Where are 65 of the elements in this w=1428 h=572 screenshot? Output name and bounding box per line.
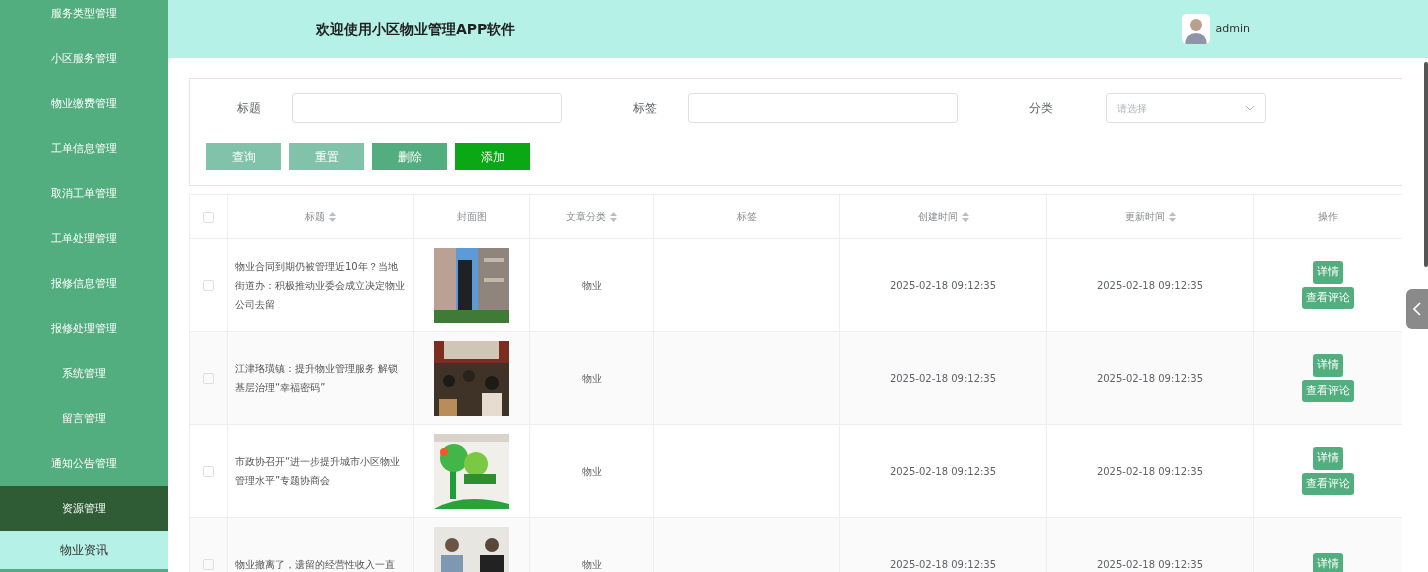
column-header[interactable]: 标签 [736, 211, 757, 222]
column-header[interactable]: 封面图 [456, 211, 487, 222]
row-action-button[interactable]: 详情 [1313, 552, 1343, 572]
row-action-button[interactable]: 查看评论 [1302, 379, 1354, 402]
chevron-left-icon [1413, 302, 1421, 316]
sort-icon[interactable] [1168, 212, 1176, 222]
table-cell: 物业合同到期仍被管理近10年？当地街道办：积极推动业委会成立决定物业公司去留 [227, 238, 414, 332]
field-label: 标签 [632, 100, 658, 117]
row-action-button[interactable]: 详情 [1313, 447, 1343, 470]
column-header[interactable]: 标题 [305, 211, 325, 222]
action-button[interactable]: 添加 [455, 143, 530, 170]
column-header[interactable]: 更新时间 [1124, 211, 1165, 222]
table-cell: 2025-02-18 09:12:35 [839, 238, 1047, 332]
sidebar-item[interactable]: 资源管理 [0, 486, 168, 531]
checkbox[interactable] [203, 211, 214, 223]
row-action-button[interactable]: 查看评论 [1302, 286, 1354, 309]
table-cell: 物业 [529, 331, 654, 425]
column-header[interactable]: 操作 [1318, 211, 1338, 222]
action-button[interactable]: 重置 [289, 143, 364, 170]
sidebar-item[interactable]: 取消工单管理 [0, 171, 168, 216]
field-label: 分类 [1028, 100, 1054, 117]
checkbox[interactable] [203, 559, 214, 570]
row-action-button[interactable]: 查看评论 [1302, 472, 1354, 495]
sidebar-item[interactable]: 留言管理 [0, 396, 168, 441]
sidebar-item[interactable]: 物业缴费管理 [0, 81, 168, 126]
text-input[interactable] [292, 93, 562, 123]
action-button[interactable]: 查询 [206, 143, 281, 170]
sidebar-item[interactable]: 系统管理 [0, 351, 168, 396]
row-action-button[interactable]: 详情 [1313, 354, 1343, 377]
scrollbar[interactable] [1424, 62, 1428, 267]
select-field[interactable]: 请选择 [1106, 93, 1266, 123]
sidebar-subitem[interactable]: 物业资讯 [0, 531, 168, 569]
column-header[interactable]: 创建时间 [917, 211, 958, 222]
sort-icon[interactable] [329, 212, 336, 222]
field-label: 标题 [236, 100, 262, 117]
sidebar-item[interactable]: 服务类型管理 [0, 0, 168, 36]
table-cell: 2025-02-18 09:12:35 [1046, 331, 1254, 425]
action-button[interactable]: 删除 [372, 143, 447, 170]
row-action-button[interactable]: 详情 [1313, 261, 1343, 284]
chevron-down-icon [1245, 105, 1255, 111]
sidebar-item[interactable]: 报修处理管理 [0, 306, 168, 351]
sidebar-item[interactable]: 工单处理管理 [0, 216, 168, 261]
sidebar-item[interactable]: 工单信息管理 [0, 126, 168, 171]
checkbox[interactable] [203, 373, 214, 384]
table-cell: 市政协召开“进一步提升城市小区物业管理水平”专题协商会 [227, 424, 414, 518]
checkbox[interactable] [203, 280, 214, 291]
table-cell: 2025-02-18 09:12:35 [839, 331, 1047, 425]
table-cell: 江津珞璜镇：提升物业管理服务 解锁基层治理“幸福密码” [227, 331, 414, 425]
table-cell: 2025-02-18 09:12:35 [1046, 424, 1254, 518]
page-title: 欢迎使用小区物业管理APP软件 [316, 19, 516, 39]
checkbox[interactable] [203, 466, 214, 477]
sort-icon[interactable] [961, 212, 969, 222]
user-name[interactable]: admin [1215, 20, 1250, 38]
sort-icon[interactable] [610, 212, 617, 222]
table-cell: 2025-02-18 09:12:35 [1046, 238, 1254, 332]
text-input[interactable] [688, 93, 958, 123]
collapse-tab[interactable] [1406, 289, 1428, 329]
sidebar-item[interactable]: 通知公告管理 [0, 441, 168, 486]
table-cell: 物业 [529, 238, 654, 332]
avatar-icon[interactable] [1181, 14, 1210, 44]
sidebar-item[interactable]: 报修信息管理 [0, 261, 168, 306]
sidebar-item[interactable]: 小区服务管理 [0, 36, 168, 81]
column-header[interactable]: 文章分类 [566, 211, 606, 222]
table-cell: 2025-02-18 09:12:35 [839, 424, 1047, 518]
table-cell: 物业 [529, 424, 654, 518]
